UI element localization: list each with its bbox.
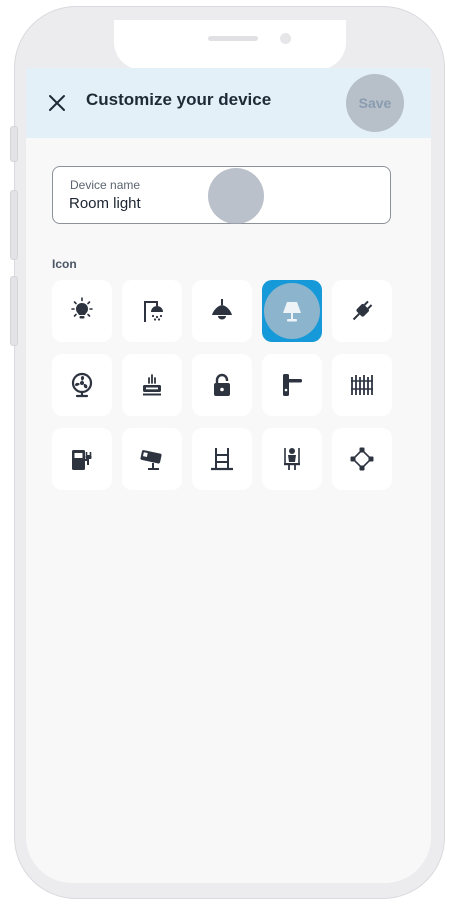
phone-side-button xyxy=(10,190,18,260)
app-header: Customize your device Save xyxy=(26,68,431,138)
network-nodes-icon xyxy=(350,447,374,471)
device-name-label: Device name xyxy=(70,178,141,192)
notch xyxy=(114,20,346,70)
save-button[interactable]: Save xyxy=(346,74,404,132)
security-camera-icon xyxy=(140,450,162,470)
phone-side-button xyxy=(10,276,18,346)
ev-charger-icon xyxy=(72,450,92,470)
icon-option-pendant-lamp[interactable] xyxy=(192,280,252,342)
close-icon xyxy=(49,95,65,111)
icon-option-door-handle[interactable] xyxy=(262,354,322,416)
icon-option-fan[interactable] xyxy=(52,354,112,416)
icon-option-router[interactable] xyxy=(122,354,182,416)
status-bar xyxy=(26,20,431,70)
app-screen: Customize your device Save Device name I… xyxy=(26,20,431,883)
fence-icon xyxy=(351,375,373,395)
shower-icon xyxy=(144,301,163,322)
icon-option-fence[interactable] xyxy=(332,354,392,416)
icon-option-pool-ladder[interactable] xyxy=(192,428,252,490)
icon-option-security-camera[interactable] xyxy=(122,428,182,490)
icon-option-swing[interactable] xyxy=(262,428,322,490)
router-icon xyxy=(143,374,161,396)
icon-option-table-lamp[interactable] xyxy=(262,280,322,342)
plug-icon xyxy=(352,300,373,321)
icon-option-ev-charger[interactable] xyxy=(52,428,112,490)
touch-indicator xyxy=(208,168,264,224)
page-title: Customize your device xyxy=(86,90,272,109)
icon-grid xyxy=(52,280,392,490)
close-button[interactable] xyxy=(42,88,72,118)
icon-section-label: Icon xyxy=(52,257,77,271)
icon-option-padlock[interactable] xyxy=(192,354,252,416)
table-lamp-icon xyxy=(283,302,301,322)
phone-side-button xyxy=(10,126,18,162)
door-handle-icon xyxy=(283,374,302,396)
padlock-icon xyxy=(214,373,230,396)
icon-option-shower[interactable] xyxy=(122,280,182,342)
swing-icon xyxy=(284,448,300,470)
icon-option-network-nodes[interactable] xyxy=(332,428,392,490)
light-bulb-icon xyxy=(71,297,93,319)
pendant-lamp-icon xyxy=(212,299,232,320)
front-camera xyxy=(280,33,291,44)
fan-icon xyxy=(71,372,93,398)
speaker-grille xyxy=(208,36,258,41)
icon-option-light-bulb[interactable] xyxy=(52,280,112,342)
icon-option-plug[interactable] xyxy=(332,280,392,342)
pool-ladder-icon xyxy=(211,448,233,471)
